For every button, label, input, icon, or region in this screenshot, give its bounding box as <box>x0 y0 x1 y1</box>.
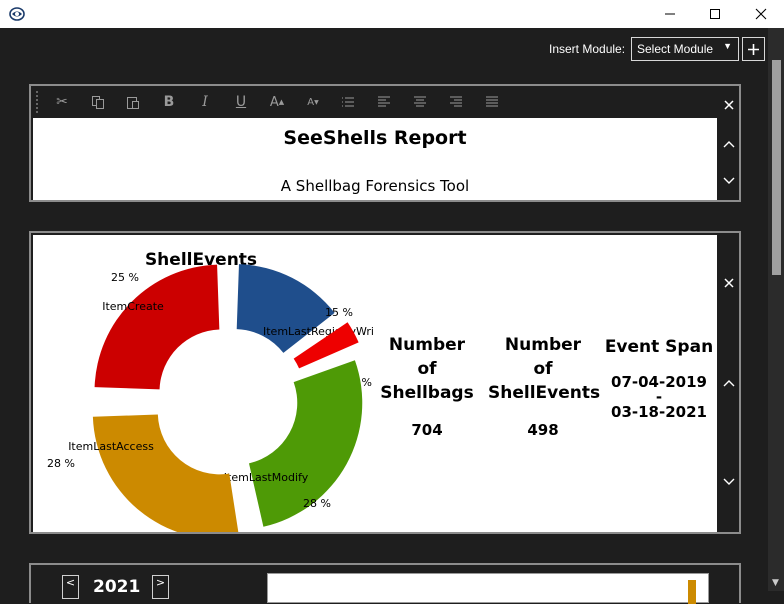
slice-value-label: 15 % <box>325 306 353 319</box>
stat-label-line: of <box>417 359 437 379</box>
report-text-module: ✂ B I U A ▲ A ▼ SeeShells Report A Shellba… <box>29 84 741 202</box>
module-select[interactable]: Select Module ▼ <box>631 37 739 61</box>
slice-value-label: 28 % <box>47 457 75 470</box>
minimize-icon <box>665 13 675 15</box>
insert-module-label: Insert Module: <box>549 42 626 56</box>
align-left-icon[interactable] <box>373 92 395 112</box>
scrollbar-thumb[interactable] <box>772 60 781 275</box>
timeline-bar <box>688 580 696 604</box>
underline-icon[interactable]: U <box>230 92 252 112</box>
slice-label: ItemLastAccess <box>68 440 154 453</box>
chevron-up-icon <box>723 141 735 148</box>
minimize-button[interactable] <box>647 0 693 28</box>
event-span-separator: - <box>655 388 663 406</box>
shellevents-donut-chart: ShellEventsItemCreate25 %ItemLastRegistr… <box>47 250 373 532</box>
stat-label-line: of <box>533 359 553 379</box>
align-center-icon[interactable] <box>409 92 431 112</box>
slice-value-label: 25 % <box>111 271 139 284</box>
slice-label: ItemLastRegistryWrite <box>263 325 373 338</box>
cut-icon[interactable]: ✂ <box>51 92 73 112</box>
maximize-button[interactable] <box>692 0 738 28</box>
next-year-button[interactable]: > <box>152 575 169 599</box>
stat-label-line: Shellbags <box>380 383 474 403</box>
move-up-button[interactable] <box>717 372 741 394</box>
close-icon <box>755 8 767 20</box>
font-shrink-icon[interactable]: A ▼ <box>302 92 324 112</box>
stat-shellbags: Number of Shellbags 704 <box>377 333 477 439</box>
dropdown-arrow-icon: ▼ <box>723 41 732 51</box>
italic-icon[interactable]: I <box>194 92 216 112</box>
move-up-button[interactable] <box>717 133 741 155</box>
shellbag-count: 704 <box>411 421 443 439</box>
slice-label: ItemCreate <box>102 300 164 313</box>
plus-icon <box>748 43 759 55</box>
justify-icon[interactable] <box>481 92 503 112</box>
list-icon[interactable] <box>337 92 359 112</box>
event-span-end: 03-18-2021 <box>611 403 707 421</box>
title-bar <box>0 0 784 28</box>
move-down-button[interactable] <box>717 471 741 493</box>
add-module-button[interactable] <box>742 37 765 61</box>
timeline-year: 2021 <box>93 577 141 597</box>
stat-event-span: Event Span 07-04-2019 - 03-18-2021 <box>603 335 715 421</box>
paste-icon[interactable] <box>122 92 144 112</box>
pie-slice-itemlastregistrywrite <box>236 264 335 353</box>
move-down-button[interactable] <box>717 170 741 192</box>
slice-value-label: 28 % <box>303 497 331 510</box>
report-subtitle: A Shellbag Forensics Tool <box>280 177 470 195</box>
stat-label-line: Number <box>504 335 582 355</box>
align-right-icon[interactable] <box>445 92 467 112</box>
stat-label-line: Event Span <box>604 337 714 357</box>
timeline-plot-area[interactable] <box>267 573 709 604</box>
stat-label-line: Number <box>388 335 466 355</box>
report-title: SeeShells Report <box>283 127 467 149</box>
font-grow-icon[interactable]: A ▲ <box>266 92 288 112</box>
shellevent-count: 498 <box>527 421 559 439</box>
overview-module: ShellEvents ItemCreate 25 % ItemLastRegistr… <box>29 231 741 534</box>
app-icon <box>9 7 25 21</box>
close-window-button[interactable] <box>738 0 784 28</box>
chevron-down-icon <box>723 478 735 485</box>
overview-content: ShellEvents ItemCreate 25 % ItemLastRegistr… <box>33 235 717 532</box>
copy-icon[interactable] <box>87 92 109 112</box>
stat-label-line: ShellEvents <box>488 383 601 403</box>
remove-module-button[interactable] <box>717 565 741 587</box>
timeline-module: < 2021 > <box>29 563 741 604</box>
report-editor-area[interactable]: SeeShells Report A Shellbag Forensics To… <box>33 118 717 200</box>
close-icon <box>724 100 734 110</box>
bold-icon[interactable]: B <box>158 92 180 112</box>
slice-label: ItemLastModify <box>224 471 309 484</box>
remove-module-button[interactable] <box>717 94 741 116</box>
previous-year-button[interactable]: < <box>62 575 79 599</box>
stat-shellevents: Number of ShellEvents 498 <box>488 333 601 439</box>
maximize-icon <box>710 9 720 19</box>
pie-slice-itemlastaccess <box>92 414 239 532</box>
remove-module-button[interactable] <box>717 272 741 294</box>
toolbar-grip[interactable] <box>36 91 40 113</box>
module-select-value: Select Module <box>637 42 714 56</box>
close-icon <box>724 278 734 288</box>
chevron-down-icon <box>723 177 735 184</box>
chevron-up-icon <box>723 380 735 387</box>
scroll-down-icon[interactable]: ▼ <box>772 578 779 588</box>
editor-toolbar: ✂ B I U A ▲ A ▼ <box>33 88 717 116</box>
